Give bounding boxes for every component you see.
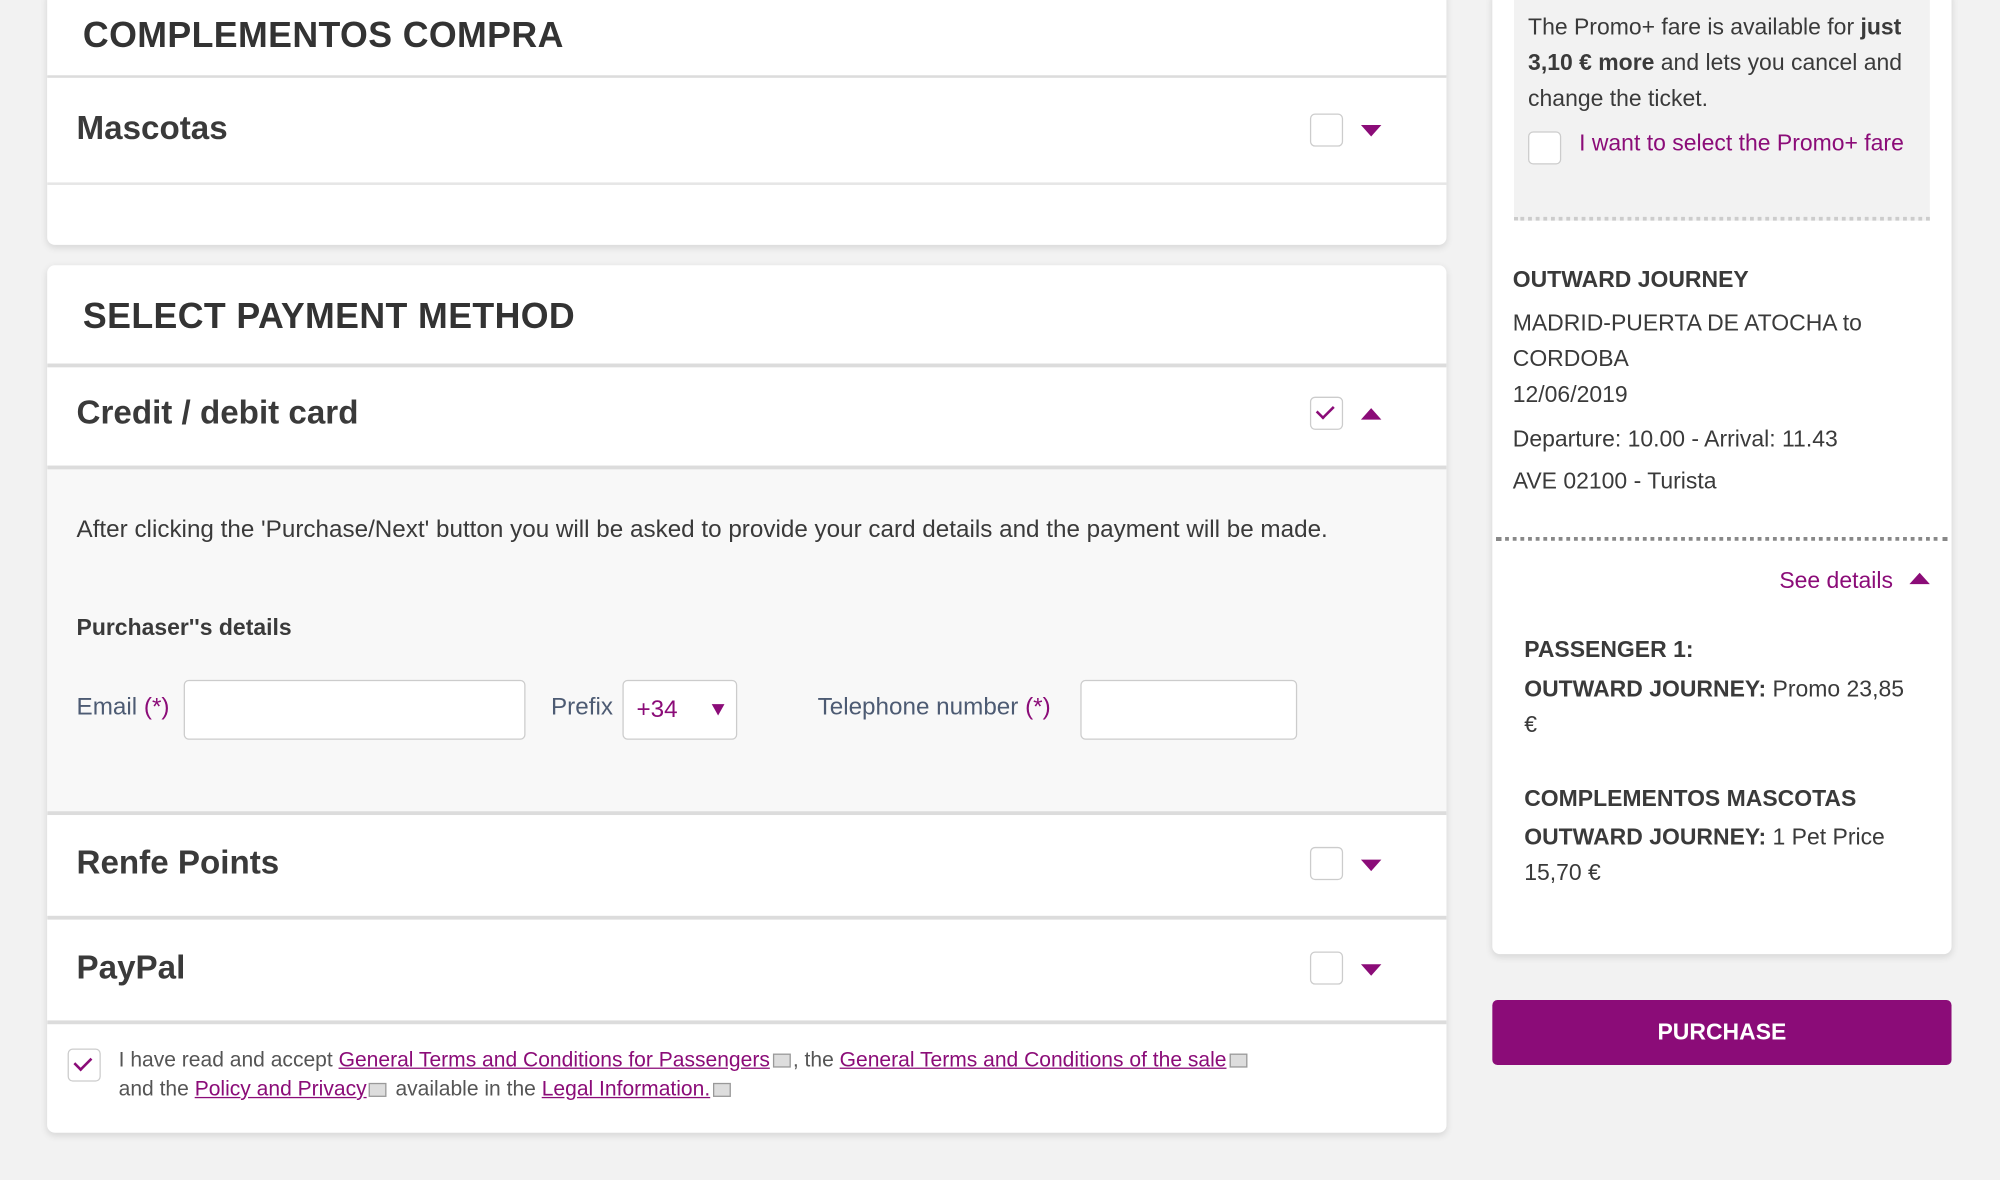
terms-text-3: and the [118, 1077, 195, 1101]
external-link-icon [369, 1082, 388, 1097]
payment-card: SELECT PAYMENT METHOD Credit / debit car… [47, 265, 1447, 1133]
purchase-button[interactable]: PURCHASE [1492, 999, 1952, 1066]
payment-method-paypal[interactable]: PayPal [47, 915, 1447, 1021]
terms-checkbox[interactable] [67, 1048, 101, 1082]
addon-row-mascotas[interactable]: Mascotas [47, 75, 1447, 185]
email-label: Email (*) [77, 694, 170, 722]
see-details-label: See details [1779, 567, 1893, 594]
paypal-checkbox[interactable] [1309, 951, 1344, 985]
addon-label: Mascotas [76, 108, 228, 147]
complement-journey-label: OUTWARD JOURNEY: [1524, 823, 1767, 850]
promo-text: The Promo+ fare is available for just 3,… [1528, 9, 1911, 116]
privacy-policy-link[interactable]: Policy and Privacy [195, 1078, 367, 1101]
promo-plus-checkbox[interactable] [1528, 131, 1562, 165]
terms-text-2: , the [792, 1048, 840, 1072]
journey-times: Departure: 10.00 - Arrival: 11.43 [1512, 426, 1838, 452]
card-details-panel: After clicking the 'Purchase/Next' butto… [47, 465, 1447, 813]
journey-route: MADRID-PUERTA DE ATOCHA to CORDOBA [1512, 309, 1862, 372]
chevron-down-icon[interactable] [1360, 964, 1382, 976]
terms-text-1: I have read and accept [118, 1048, 339, 1072]
see-details-link[interactable]: See details [1779, 562, 1930, 598]
method-label: PayPal [76, 947, 186, 986]
legal-information-link[interactable]: Legal Information. [542, 1078, 710, 1101]
promo-box: The Promo+ fare is available for just 3,… [1514, 0, 1930, 221]
complement-fare: OUTWARD JOURNEY: 1 Pet Price 15,70 € [1524, 819, 1907, 890]
method-label: Credit / debit card [76, 392, 359, 432]
journey-title: OUTWARD JOURNEY [1512, 266, 1749, 293]
complementos-title: COMPLEMENTOS COMPRA [82, 15, 564, 55]
email-label-text: Email [76, 693, 138, 721]
promo-text-1: The Promo+ fare is available for [1528, 14, 1861, 40]
promo-plus-label[interactable]: I want to select the Promo+ fare [1579, 125, 1911, 161]
required-mark: (*) [143, 693, 170, 721]
payment-title: SELECT PAYMENT METHOD [82, 295, 576, 336]
summary-card: The Promo+ fare is available for just 3,… [1492, 0, 1952, 955]
external-link-icon [1229, 1053, 1247, 1068]
divider [1496, 536, 1948, 541]
external-link-icon [772, 1053, 791, 1068]
required-mark: (*) [1025, 693, 1051, 721]
chevron-down-icon[interactable] [1360, 124, 1382, 137]
phone-label-text: Telephone number [817, 693, 1019, 721]
prefix-select[interactable]: +34 [622, 679, 738, 740]
card-checkbox[interactable] [1309, 396, 1344, 430]
complement-title: COMPLEMENTOS MASCOTAS [1524, 785, 1857, 812]
payment-method-renfe-points[interactable]: Renfe Points [47, 811, 1447, 916]
mascotas-checkbox[interactable] [1309, 113, 1344, 147]
chevron-down-icon[interactable] [1360, 859, 1382, 872]
passenger-journey-label: OUTWARD JOURNEY: [1524, 676, 1767, 702]
method-label: Renfe Points [76, 843, 280, 882]
external-link-icon [712, 1082, 731, 1097]
journey-date: 12/06/2019 [1512, 381, 1628, 407]
terms-text: I have read and accept General Terms and… [119, 1046, 1433, 1105]
passenger-fare: OUTWARD JOURNEY: Promo 23,85 € [1524, 671, 1919, 742]
complementos-card: COMPLEMENTOS COMPRA Mascotas [47, 0, 1447, 245]
chevron-up-icon [1909, 572, 1930, 585]
dropdown-arrow-icon [711, 704, 725, 716]
chevron-up-icon[interactable] [1360, 408, 1382, 420]
prefix-value: +34 [636, 696, 678, 724]
payment-method-card[interactable]: Credit / debit card [47, 363, 1447, 466]
email-input[interactable] [183, 679, 526, 740]
purchaser-title: Purchaser''s details [76, 614, 292, 641]
phone-label: Telephone number (*) [818, 694, 1051, 722]
journey-train: AVE 02100 - Turista [1512, 468, 1717, 494]
terms-sale-link[interactable]: General Terms and Conditions of the sale [840, 1048, 1227, 1071]
card-info-text: After clicking the 'Purchase/Next' butto… [76, 516, 1328, 544]
passenger-title: PASSENGER 1: [1524, 636, 1694, 662]
renfe-points-checkbox[interactable] [1309, 846, 1344, 881]
terms-section: I have read and accept General Terms and… [47, 1020, 1447, 1133]
prefix-label: Prefix [551, 693, 613, 721]
phone-input[interactable] [1080, 679, 1298, 740]
terms-passengers-link[interactable]: General Terms and Conditions for Passeng… [339, 1048, 770, 1071]
terms-text-4: available in the [389, 1077, 542, 1101]
